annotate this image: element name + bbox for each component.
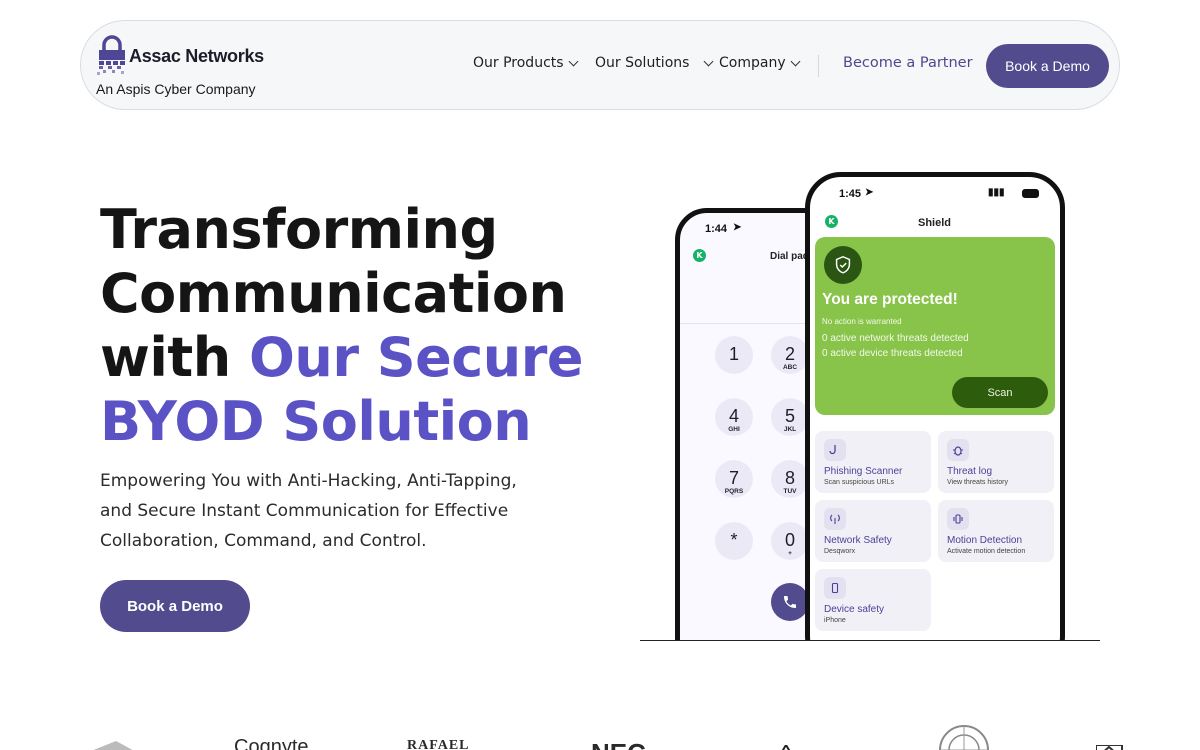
network-threats-text: 0 active network threats detected bbox=[822, 333, 969, 344]
nav-item-our-solutions[interactable]: Our Solutions bbox=[595, 55, 714, 71]
assac-networks-logo[interactable]: Assac Networks bbox=[96, 34, 276, 78]
tile-title: Network Safety bbox=[824, 535, 892, 546]
key-digit: 1 bbox=[728, 344, 739, 364]
tile-subtitle: Desqworx bbox=[824, 548, 856, 555]
company-tagline: An Aspis Cyber Company bbox=[96, 81, 256, 97]
tile-subtitle: View threats history bbox=[947, 479, 1008, 486]
tile-title: Phishing Scanner bbox=[824, 466, 903, 477]
nav-item-company[interactable]: Company bbox=[719, 55, 801, 71]
dial-key-1: 1 bbox=[715, 336, 753, 374]
tile-title: Threat log bbox=[947, 466, 993, 477]
become-partner-link[interactable]: Become a Partner bbox=[843, 55, 973, 71]
phone-icon bbox=[824, 577, 846, 599]
key-digit: 2 bbox=[784, 344, 795, 364]
chevron-down-icon bbox=[790, 56, 801, 67]
bug-icon bbox=[947, 439, 969, 461]
chevron-down-icon bbox=[703, 56, 714, 67]
protected-title: You are protected! bbox=[822, 291, 958, 308]
phone-icon bbox=[784, 596, 796, 608]
scan-button: Scan bbox=[952, 377, 1048, 408]
dial-key-7: 7 PQRS bbox=[715, 460, 753, 498]
padlock-logo-icon bbox=[97, 35, 125, 75]
nav-item-our-products[interactable]: Our Products bbox=[473, 55, 579, 71]
hero-title-line: with bbox=[100, 326, 231, 389]
dial-key-5: 5 JKL bbox=[771, 398, 809, 436]
hero-title: Transforming Communication with Our Secu… bbox=[100, 198, 600, 454]
partner-logo-un-emblem bbox=[938, 724, 990, 750]
app-avatar: K bbox=[693, 249, 706, 262]
dial-key-8: 8 TUV bbox=[771, 460, 809, 498]
hero-title-line: Communication bbox=[100, 262, 567, 325]
key-letters: PQRS bbox=[724, 488, 744, 495]
key-digit: 8 bbox=[784, 468, 795, 488]
tile-network-safety: Network Safety Desqworx bbox=[815, 500, 931, 562]
shield-check-icon bbox=[824, 246, 862, 284]
key-letters: JKL bbox=[783, 426, 797, 433]
hero-title-line: Transforming bbox=[100, 198, 498, 261]
antenna-icon bbox=[824, 508, 846, 530]
location-arrow-icon: ➤ bbox=[733, 222, 742, 233]
tile-subtitle: iPhone bbox=[824, 617, 846, 624]
key-digit: 0 bbox=[784, 530, 795, 550]
vibration-icon bbox=[947, 508, 969, 530]
tile-threat-log: Threat log View threats history bbox=[938, 431, 1054, 493]
partner-logo-nec: NEC bbox=[591, 738, 646, 750]
key-digit: * bbox=[730, 530, 738, 550]
partner-logo-arrow bbox=[776, 740, 806, 750]
protection-status-card: You are protected! No action is warrante… bbox=[815, 237, 1055, 415]
top-navbar: Assac Networks An Aspis Cyber Company Ou… bbox=[80, 20, 1120, 110]
tile-subtitle: Activate motion detection bbox=[947, 548, 1026, 555]
device-threats-text: 0 active device threats detected bbox=[822, 348, 963, 359]
signal-icon: ▮▮▮ bbox=[988, 187, 1005, 198]
nav-item-label: Our Solutions bbox=[595, 55, 690, 71]
status-time: 1:45 bbox=[839, 188, 862, 200]
key-letters: TUV bbox=[783, 488, 797, 495]
tile-device-safety: Device safety iPhone bbox=[815, 569, 931, 631]
book-demo-hero-button[interactable]: Book a Demo bbox=[100, 580, 250, 632]
app-title: Dial pad bbox=[770, 251, 809, 262]
key-digit: 7 bbox=[728, 468, 739, 488]
status-note: No action is warranted bbox=[822, 317, 902, 326]
app-title: Shield bbox=[918, 217, 952, 229]
nav-item-label: Company bbox=[719, 55, 786, 71]
phone-mockup-illustration: 1:44 ➤ K Dial pad 1 2 ABC 4 GHI 5 JKL 7 PQRS… bbox=[640, 170, 1100, 641]
partner-logo-rafael: RAFAEL bbox=[407, 738, 470, 750]
key-digit: 4 bbox=[728, 406, 739, 426]
dial-key-star: * bbox=[715, 522, 753, 560]
phone-shield-screen: 1:45 ➤ ▮▮▮ K Shield You are protected! N… bbox=[805, 172, 1065, 640]
key-digit: 5 bbox=[784, 406, 795, 426]
app-avatar: K bbox=[825, 215, 838, 228]
key-letters: GHI bbox=[728, 426, 740, 433]
tile-title: Motion Detection bbox=[947, 535, 1023, 546]
logo-text: Assac Networks bbox=[129, 46, 264, 66]
hero-title-accent: Our Secure bbox=[248, 326, 584, 389]
tile-phishing-scanner: Phishing Scanner Scan suspicious URLs bbox=[815, 431, 931, 493]
tile-subtitle: Scan suspicious URLs bbox=[824, 479, 895, 486]
battery-icon bbox=[1022, 189, 1039, 198]
hook-icon bbox=[824, 439, 846, 461]
hero-title-accent: BYOD Solution bbox=[100, 390, 532, 453]
key-letters: + bbox=[788, 550, 792, 557]
dial-key-2: 2 ABC bbox=[771, 336, 809, 374]
call-button bbox=[771, 583, 809, 621]
tile-title: Device safety bbox=[824, 604, 885, 615]
partner-logo-m bbox=[1095, 740, 1124, 750]
book-demo-nav-button[interactable]: Book a Demo bbox=[986, 44, 1109, 88]
tile-motion-detection: Motion Detection Activate motion detecti… bbox=[938, 500, 1054, 562]
location-arrow-icon: ➤ bbox=[865, 187, 874, 198]
nav-item-label: Our Products bbox=[473, 55, 564, 71]
status-time: 1:44 bbox=[705, 223, 728, 235]
partner-logo-cognyte: Cognyte bbox=[234, 736, 309, 750]
dial-key-0: 0 + bbox=[771, 522, 809, 560]
hero-subtitle: Empowering You with Anti-Hacking, Anti-T… bbox=[100, 471, 517, 551]
chevron-down-icon bbox=[568, 56, 579, 67]
key-letters: ABC bbox=[782, 364, 798, 371]
partner-logo-house bbox=[86, 738, 138, 750]
nav-divider bbox=[818, 55, 819, 77]
dial-key-4: 4 GHI bbox=[715, 398, 753, 436]
